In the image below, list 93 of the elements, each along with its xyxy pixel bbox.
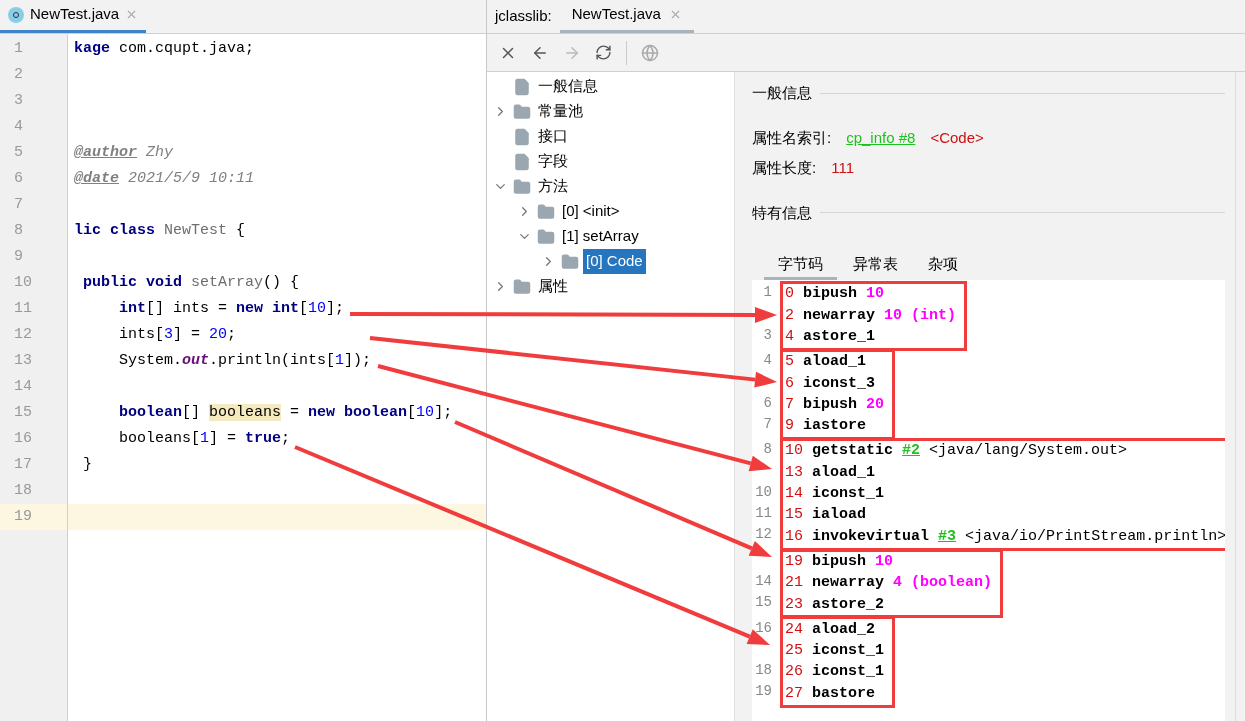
bytecode-line: 27 bastore <box>785 683 876 704</box>
line-number: 19 <box>14 506 32 527</box>
line-number: 3 <box>14 90 23 111</box>
line-number: 10 <box>14 272 32 293</box>
code-line: boolean[] booleans = new boolean[10]; <box>119 402 453 423</box>
code-line: @author Zhy <box>74 142 174 163</box>
field-label: 属性长度: <box>752 157 817 178</box>
bytecode-line: 5 aload_1 <box>785 352 867 373</box>
code-line: @date 2021/5/9 10:11 <box>74 168 255 189</box>
line-number: 17 <box>14 454 32 475</box>
folder-icon <box>537 202 555 221</box>
bytecode-line: 23 astore_2 <box>785 594 885 615</box>
folder-icon <box>513 177 531 196</box>
line-number: 12 <box>14 324 32 345</box>
tree-item[interactable]: 属性 <box>535 274 571 299</box>
bytecode-line: 15 iaload <box>785 505 867 526</box>
line-number: 19 <box>755 682 772 702</box>
line-number: 5 <box>14 142 23 163</box>
file-icon <box>513 127 531 146</box>
tab[interactable]: 杂项 <box>914 252 972 280</box>
line-number: 10 <box>755 482 772 502</box>
line-number: 6 <box>14 168 23 189</box>
bytecode-line: 19 bipush 10 <box>785 551 894 572</box>
class-icon <box>8 6 24 23</box>
section-title: 一般信息 <box>752 83 812 103</box>
line-number: 12 <box>755 525 772 545</box>
line-number: 4 <box>763 351 772 371</box>
code-line: lic class NewTest { <box>74 220 246 241</box>
folder-icon <box>513 277 531 296</box>
field-value: <Code> <box>930 127 984 148</box>
line-number: 13 <box>14 350 32 371</box>
line-number: 9 <box>14 246 23 267</box>
tree-item[interactable]: [0] <init> <box>559 199 623 224</box>
bytecode-line: 10 getstatic #2 <java/lang/System.out> <box>785 441 1128 462</box>
bytecode-line: 4 astore_1 <box>785 327 876 347</box>
file-icon <box>513 152 531 171</box>
code-line: System.out.println(ints[1]); <box>119 350 372 371</box>
bytecode-line: 26 iconst_1 <box>785 662 885 683</box>
bytecode-line: 24 aload_2 <box>785 619 876 640</box>
tree-item[interactable]: 一般信息 <box>535 74 601 99</box>
tree-item[interactable]: 常量池 <box>535 99 586 124</box>
line-number: 1 <box>763 283 772 303</box>
line-number: 4 <box>14 116 23 137</box>
line-number: 14 <box>755 572 772 591</box>
line-number: 3 <box>763 325 772 345</box>
tree-item[interactable]: 接口 <box>535 124 571 149</box>
line-number: 18 <box>755 661 772 681</box>
line-number: 16 <box>755 618 772 638</box>
folder-icon <box>561 252 579 271</box>
line-number: 2 <box>14 64 23 85</box>
bytecode-line: 9 iastore <box>785 416 867 437</box>
line-number: 1 <box>14 38 23 59</box>
folder-icon <box>537 227 555 246</box>
file-icon <box>513 77 531 96</box>
bytecode-line: 6 iconst_3 <box>785 373 876 394</box>
line-number: 14 <box>14 376 32 397</box>
bytecode-line: 7 bipush 20 <box>785 394 885 415</box>
bytecode-line: 21 newarray 4 (boolean) <box>785 573 993 594</box>
code-line: kage com.cqupt.java; <box>74 38 255 59</box>
panel-title: jclasslib: <box>493 5 553 26</box>
section-title: 特有信息 <box>752 202 812 223</box>
line-number: 11 <box>755 504 772 524</box>
folder-icon <box>513 102 531 121</box>
line-number: 7 <box>763 414 772 434</box>
bytecode-line: 0 bipush 10 <box>785 284 885 305</box>
line-number: 18 <box>14 480 32 501</box>
field-value: 111 <box>831 157 854 178</box>
line-number: 7 <box>14 194 23 215</box>
code-line: ints[3] = 20; <box>119 324 237 345</box>
line-number: 11 <box>14 298 32 319</box>
bytecode-line: 25 iconst_1 <box>785 641 885 662</box>
code-line: public void setArray() { <box>83 272 300 293</box>
bytecode-line: 16 invokevirtual #3 <java/io/PrintStream.println> <box>785 526 1225 547</box>
tree-item[interactable]: 字段 <box>535 149 571 174</box>
line-number: 6 <box>763 393 772 413</box>
tree-item[interactable]: [0] Code <box>583 249 646 274</box>
line-number: 8 <box>763 440 772 460</box>
bytecode-line: 14 iconst_1 <box>785 484 885 505</box>
code-line: int[] ints = new int[10]; <box>119 298 345 319</box>
bytecode-line: 2 newarray 10 (int) <box>785 305 957 326</box>
tree-item[interactable]: [1] setArray <box>559 224 642 249</box>
file-tab[interactable]: NewTest.java <box>559 0 694 33</box>
code-line: booleans[1] = true; <box>119 428 291 449</box>
field-label: 属性名索引: <box>752 127 832 148</box>
tab[interactable]: 异常表 <box>839 252 912 280</box>
refresh-icon[interactable] <box>595 44 612 61</box>
line-number: 15 <box>14 402 32 423</box>
line-number: 15 <box>755 593 772 613</box>
line-number: 8 <box>14 220 23 241</box>
line-number: 16 <box>14 428 32 449</box>
code-line: } <box>83 454 92 475</box>
bytecode-line: 13 aload_1 <box>785 462 876 483</box>
tree-item[interactable]: 方法 <box>535 174 571 199</box>
